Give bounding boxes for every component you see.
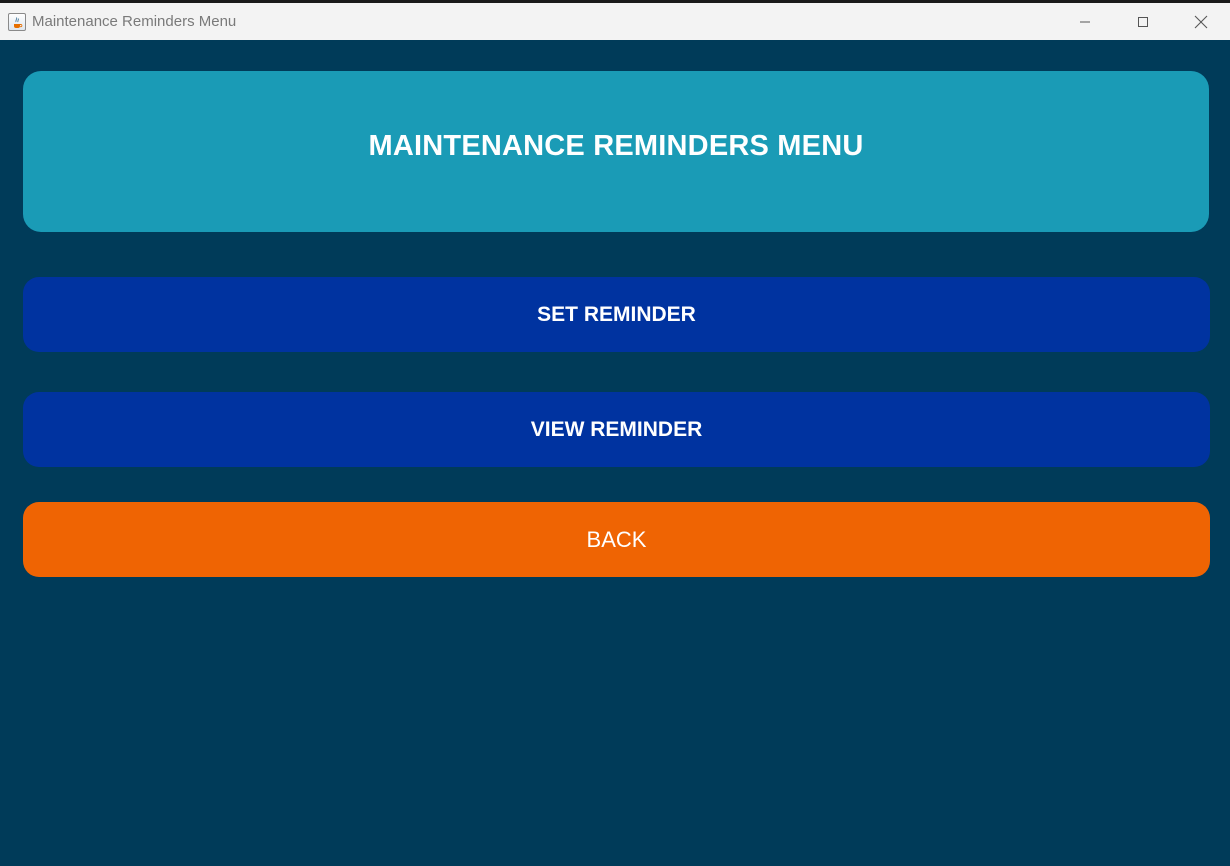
page-title: MAINTENANCE REMINDERS MENU — [368, 130, 864, 162]
maximize-icon — [1138, 16, 1148, 27]
view-reminder-label: VIEW REMINDER — [530, 417, 703, 441]
back-label: BACK — [586, 526, 647, 552]
content-panel: MAINTENANCE REMINDERS MENU SET REMINDER … — [0, 40, 1230, 866]
close-icon — [1194, 15, 1208, 28]
java-icon — [8, 12, 26, 31]
window-controls — [1056, 3, 1230, 40]
app-window: Maintenance Reminders Menu MAINTENANCE R… — [0, 0, 1230, 866]
window-title: Maintenance Reminders Menu — [32, 13, 237, 30]
set-reminder-label: SET REMINDER — [537, 302, 696, 326]
set-reminder-button[interactable]: SET REMINDER — [23, 277, 1210, 352]
minimize-button[interactable] — [1056, 3, 1114, 40]
view-reminder-button[interactable]: VIEW REMINDER — [23, 392, 1210, 467]
header-panel: MAINTENANCE REMINDERS MENU — [23, 71, 1209, 232]
close-button[interactable] — [1172, 3, 1230, 40]
title-bar[interactable]: Maintenance Reminders Menu — [0, 0, 1230, 40]
maximize-button[interactable] — [1114, 3, 1172, 40]
back-button[interactable]: BACK — [23, 502, 1210, 577]
minimize-icon — [1080, 21, 1090, 22]
